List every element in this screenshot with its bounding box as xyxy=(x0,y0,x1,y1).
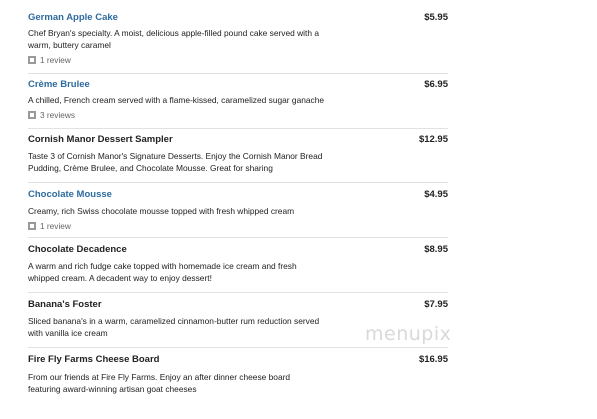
item-description-line: From our friends at Fire Fly Farms. Enjo… xyxy=(28,372,291,382)
review-count: 1 review xyxy=(40,221,71,231)
menu-item: German Apple Cake $5.95 Chef Bryan's spe… xyxy=(28,12,448,72)
item-price: $16.95 xyxy=(418,354,448,365)
divider xyxy=(28,73,448,74)
divider xyxy=(28,347,448,348)
divider xyxy=(28,182,448,183)
item-name: Cornish Manor Dessert Sampler xyxy=(28,134,173,145)
item-price: $4.95 xyxy=(424,189,448,200)
menu-item: Crème Brulee $6.95 A chilled, French cre… xyxy=(28,79,448,127)
review-link[interactable]: 1 review xyxy=(28,55,71,65)
review-link[interactable]: 3 reviews xyxy=(28,110,75,120)
review-icon xyxy=(28,111,36,119)
menu-item: Chocolate Decadence $8.95 A warm and ric… xyxy=(28,244,448,288)
divider xyxy=(28,292,448,293)
item-price: $7.95 xyxy=(424,299,448,310)
item-description-line: Chef Bryan's specialty. A moist, delicio… xyxy=(28,28,319,38)
menu-item: Fire Fly Farms Cheese Board $16.95 From … xyxy=(28,354,448,398)
item-name-link[interactable]: Crème Brulee xyxy=(28,79,90,90)
item-description-line: whipped cream. A decadent way to enjoy d… xyxy=(28,273,212,283)
item-name-link[interactable]: Chocolate Mousse xyxy=(28,189,112,200)
review-icon xyxy=(28,222,36,230)
item-description-line: A chilled, French cream served with a fl… xyxy=(28,95,325,105)
item-description-line: Pudding, Crème Brulee, and Chocolate Mou… xyxy=(28,163,273,173)
review-icon xyxy=(28,56,36,64)
review-link[interactable]: 1 review xyxy=(28,221,71,231)
item-price: $5.95 xyxy=(424,12,448,23)
item-name: Fire Fly Farms Cheese Board xyxy=(28,354,160,365)
item-description-line: A warm and rich fudge cake topped with h… xyxy=(28,261,297,271)
menupix-watermark: menupix xyxy=(365,323,452,345)
item-price: $12.95 xyxy=(418,134,448,145)
divider xyxy=(28,128,448,129)
item-name: Banana's Foster xyxy=(28,299,102,310)
divider xyxy=(28,237,448,238)
review-count: 3 reviews xyxy=(40,110,76,120)
item-description-line: Sliced banana's in a warm, caramelized c… xyxy=(28,316,320,326)
item-description-line: Taste 3 of Cornish Manor's Signature Des… xyxy=(28,151,323,161)
item-price: $8.95 xyxy=(424,244,448,255)
item-price: $6.95 xyxy=(424,79,448,90)
review-count: 1 review xyxy=(40,55,71,65)
item-name: Chocolate Decadence xyxy=(28,244,127,255)
item-name-link[interactable]: German Apple Cake xyxy=(28,12,118,23)
item-description-line: Creamy, rich Swiss chocolate mousse topp… xyxy=(28,206,295,216)
item-description-line: with vanilla ice cream xyxy=(28,328,108,338)
menu-item: Chocolate Mousse $4.95 Creamy, rich Swis… xyxy=(28,189,448,233)
menu-item: Cornish Manor Dessert Sampler $12.95 Tas… xyxy=(28,134,448,176)
item-description-line: featuring award-winning artisan goat che… xyxy=(28,384,197,394)
item-description-line: warm, buttery caramel xyxy=(28,40,111,50)
